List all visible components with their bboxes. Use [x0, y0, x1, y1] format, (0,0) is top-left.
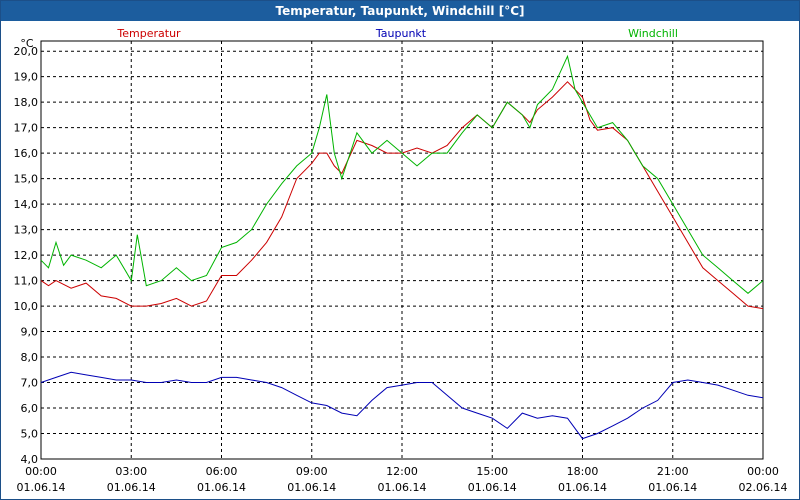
y-tick-label: 11,0 [14, 275, 39, 288]
x-tick-time: 00:00 [25, 465, 57, 478]
y-tick-label: 10,0 [14, 300, 39, 313]
x-tick-time: 12:00 [386, 465, 418, 478]
legend-windchill: Windchill [628, 27, 678, 40]
y-tick-label: 8,0 [21, 351, 39, 364]
y-tick-label: 7,0 [21, 377, 39, 390]
x-tick-date: 01.06.14 [468, 481, 517, 494]
y-tick-label: 14,0 [14, 198, 39, 211]
x-tick-date: 01.06.14 [107, 481, 156, 494]
x-tick-date: 01.06.14 [378, 481, 427, 494]
y-tick-label: 18,0 [14, 96, 39, 109]
window-title: Temperatur, Taupunkt, Windchill [°C] [1, 1, 799, 21]
legend-temperatur: Temperatur [116, 27, 181, 40]
x-tick-time: 06:00 [206, 465, 238, 478]
x-tick-date: 01.06.14 [558, 481, 607, 494]
y-tick-label: 16,0 [14, 147, 39, 160]
x-tick-date: 01.06.14 [17, 481, 66, 494]
y-unit-label: °C [20, 37, 34, 50]
y-tick-label: 15,0 [14, 173, 39, 186]
y-tick-label: 13,0 [14, 224, 39, 237]
legend-taupunkt: Taupunkt [375, 27, 427, 40]
x-tick-date: 01.06.14 [197, 481, 246, 494]
y-tick-label: 12,0 [14, 249, 39, 262]
x-tick-time: 00:00 [747, 465, 779, 478]
line-chart: 4,05,06,07,08,09,010,011,012,013,014,015… [14, 27, 788, 494]
chart-window: Temperatur, Taupunkt, Windchill [°C] 4,0… [0, 0, 800, 500]
x-tick-date: 01.06.14 [648, 481, 697, 494]
x-tick-time: 09:00 [296, 465, 328, 478]
x-tick-time: 21:00 [657, 465, 689, 478]
x-tick-time: 15:00 [476, 465, 508, 478]
y-tick-label: 6,0 [21, 402, 39, 415]
y-tick-label: 5,0 [21, 428, 39, 441]
x-tick-date: 01.06.14 [287, 481, 336, 494]
y-tick-label: 17,0 [14, 122, 39, 135]
x-tick-date: 02.06.14 [739, 481, 788, 494]
x-tick-time: 18:00 [567, 465, 599, 478]
x-tick-time: 03:00 [115, 465, 147, 478]
y-tick-label: 19,0 [14, 71, 39, 84]
y-tick-label: 9,0 [21, 326, 39, 339]
